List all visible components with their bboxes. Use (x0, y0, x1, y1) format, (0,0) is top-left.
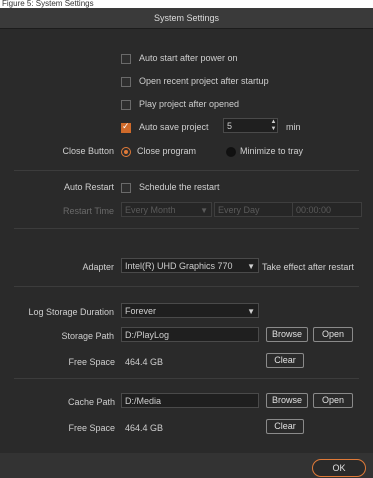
auto-save-spinner[interactable]: ▲ ▼ (270, 119, 277, 133)
close-button-label: Close Button (62, 146, 114, 156)
log-path-input[interactable]: D:/PlayLog (121, 327, 259, 342)
adapter-note: Take effect after restart (262, 262, 354, 272)
log-free-space-label: Free Space (68, 357, 115, 367)
adapter-select[interactable]: Intel(R) UHD Graphics 770 ▼ (121, 258, 259, 273)
cache-browse-button[interactable]: Browse (266, 393, 308, 408)
divider (14, 286, 359, 287)
log-browse-button[interactable]: Browse (266, 327, 308, 342)
open-recent-label: Open recent project after startup (139, 76, 269, 86)
log-path-label: Storage Path (61, 331, 114, 341)
restart-day-value: Every Day (218, 205, 260, 215)
schedule-restart-checkbox[interactable] (121, 183, 131, 193)
chevron-down-icon: ▼ (247, 262, 255, 271)
chevron-down-icon: ▼ (200, 206, 208, 215)
auto-save-label: Auto save project (139, 122, 209, 132)
schedule-restart-label: Schedule the restart (139, 182, 220, 192)
caption-fragment: Figure 5: System Settings (0, 0, 373, 8)
cache-open-button[interactable]: Open (313, 393, 353, 408)
divider (14, 228, 359, 229)
restart-time-label: Restart Time (62, 206, 114, 216)
cache-path-input[interactable]: D:/Media (121, 393, 259, 408)
ok-button[interactable]: OK (312, 459, 366, 477)
restart-month-select[interactable]: Every Month ▼ (121, 202, 212, 217)
log-free-space-value: 464.4 GB (125, 357, 164, 367)
restart-time-input[interactable]: 00:00:00 (292, 202, 362, 217)
minimize-tray-label: Minimize to tray (240, 146, 304, 156)
chevron-down-icon: ▼ (247, 307, 255, 316)
log-open-button[interactable]: Open (313, 327, 353, 342)
play-after-open-label: Play project after opened (139, 99, 240, 109)
minimize-tray-radio[interactable] (226, 147, 236, 157)
cache-free-space-value: 464.4 GB (125, 423, 164, 433)
cache-clear-button[interactable]: Clear (266, 419, 304, 434)
play-after-open-checkbox[interactable] (121, 100, 131, 110)
log-duration-value: Forever (125, 306, 157, 316)
close-program-radio[interactable] (121, 147, 131, 157)
auto-save-checkbox[interactable] (121, 121, 131, 133)
divider (14, 170, 359, 171)
log-duration-select[interactable]: Forever ▼ (121, 303, 259, 318)
log-duration-label: Log Storage Duration (28, 307, 114, 317)
log-clear-button[interactable]: Clear (266, 353, 304, 368)
auto-restart-label: Auto Restart (63, 182, 114, 192)
open-recent-checkbox[interactable] (121, 77, 131, 87)
dialog-title: System Settings (0, 8, 373, 29)
restart-month-value: Every Month (125, 205, 176, 215)
auto-start-label: Auto start after power on (139, 53, 238, 63)
auto-start-checkbox[interactable] (121, 54, 131, 64)
cache-path-label: Cache Path (67, 397, 115, 407)
adapter-value: Intel(R) UHD Graphics 770 (125, 261, 233, 271)
divider (14, 378, 359, 379)
adapter-label: Adapter (82, 262, 114, 272)
cache-free-space-label: Free Space (68, 423, 115, 433)
auto-save-unit: min (286, 122, 301, 132)
close-program-label: Close program (137, 146, 197, 156)
settings-dialog: System Settings Auto start after power o… (0, 8, 373, 478)
